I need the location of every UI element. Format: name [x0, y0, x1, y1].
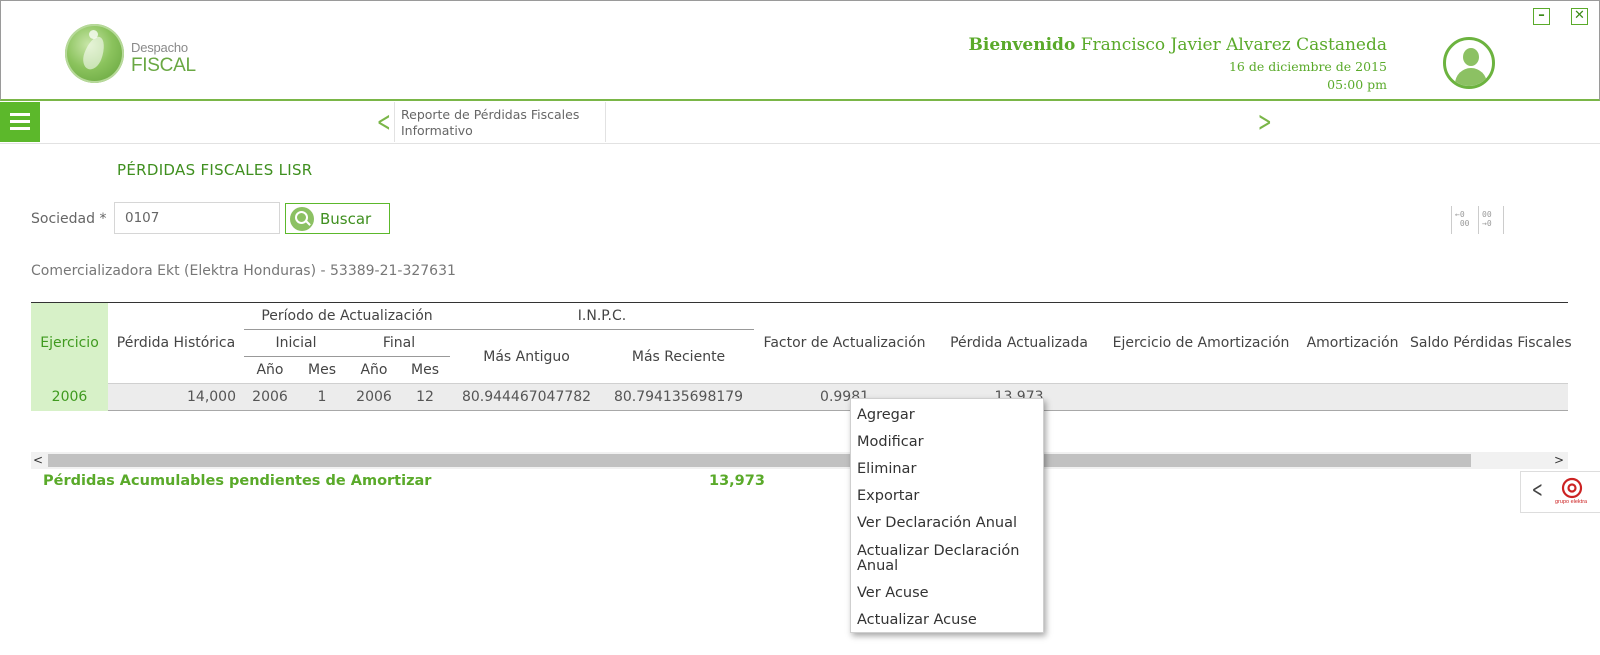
header-anio-inicial[interactable]: Año: [244, 357, 296, 384]
header-perdida-historica[interactable]: Pérdida Histórica: [108, 302, 244, 384]
search-icon: [290, 207, 314, 231]
header-factor-actualizacion[interactable]: Factor de Actualización: [754, 302, 936, 384]
nav-prev-arrow-icon[interactable]: <: [377, 108, 391, 136]
scroll-left-arrow-icon[interactable]: <: [33, 452, 43, 469]
current-time: 05:00 pm: [1327, 77, 1387, 92]
logo-text-line1: Despacho: [131, 40, 188, 55]
perdidas-table: Ejercicio Pérdida Histórica Período de A…: [31, 302, 1572, 411]
hamburger-menu-button[interactable]: [0, 102, 40, 142]
summary-value: 13,973: [709, 473, 765, 489]
grupo-elektra-side-tab[interactable]: < grupo elektra: [1520, 471, 1600, 513]
menu-item-actualizar-acuse[interactable]: Actualizar Acuse: [851, 607, 1043, 634]
cell-mas-reciente[interactable]: 80.794135698179: [603, 383, 755, 411]
menu-item-eliminar[interactable]: Eliminar: [851, 456, 1043, 483]
header-ejercicio[interactable]: Ejercicio: [31, 302, 108, 384]
header-inicial: Inicial: [244, 329, 348, 357]
brand-text: grupo elektra: [1555, 499, 1588, 505]
header-anio-final[interactable]: Año: [348, 357, 400, 384]
app-header: Despacho FISCAL Bienvenido Francisco Jav…: [0, 0, 1600, 101]
tab-reporte-perdidas-fiscales[interactable]: Reporte de Pérdidas Fiscales Informativo: [394, 102, 606, 142]
menu-item-actualizar-declaracion-anual[interactable]: Actualizar Declaración Anual: [851, 537, 1043, 580]
menu-item-ver-declaracion-anual[interactable]: Ver Declaración Anual: [851, 510, 1043, 537]
current-date: 16 de diciembre de 2015: [1228, 59, 1387, 74]
welcome-block: Bienvenido Francisco Javier Alvarez Cast…: [969, 35, 1387, 92]
table-row[interactable]: 2006 14,000 2006 1 2006 12 80.9444670477…: [31, 383, 1569, 411]
header-perdida-actualizada[interactable]: Pérdida Actualizada: [935, 302, 1104, 384]
cell-mes-inicial[interactable]: 1: [296, 383, 348, 411]
horizontal-scrollbar[interactable]: < >: [31, 452, 1568, 469]
cell-saldo[interactable]: [1406, 383, 1569, 411]
user-avatar-icon[interactable]: [1443, 37, 1495, 89]
grupo-elektra-logo-icon: [1561, 477, 1583, 499]
despacho-fiscal-logo[interactable]: Despacho FISCAL: [65, 24, 196, 84]
sociedad-label: Sociedad *: [31, 211, 107, 227]
summary-label: Pérdidas Acumulables pendientes de Amort…: [43, 473, 432, 489]
cell-amortizacion[interactable]: [1299, 383, 1407, 411]
chevron-left-icon: <: [1531, 478, 1543, 503]
header-periodo-actualizacion: Período de Actualización: [244, 302, 451, 330]
cell-anio-inicial[interactable]: 2006: [244, 383, 296, 411]
user-name: Francisco Javier Alvarez Castaneda: [1080, 35, 1387, 55]
header-mes-inicial[interactable]: Mes: [296, 357, 348, 384]
cell-ejercicio[interactable]: 2006: [31, 383, 108, 411]
tab-label-line2: Informativo: [401, 123, 473, 138]
logo-emblem: [65, 24, 124, 83]
header-mes-final[interactable]: Mes: [400, 357, 450, 384]
menu-item-exportar[interactable]: Exportar: [851, 483, 1043, 510]
cell-mes-final[interactable]: 12: [400, 383, 451, 411]
cell-anio-final[interactable]: 2006: [348, 383, 400, 411]
cell-ejercicio-amortizacion[interactable]: [1103, 383, 1300, 411]
sociedad-input[interactable]: [114, 202, 280, 234]
close-button[interactable]: ✕: [1571, 8, 1588, 25]
menu-item-modificar[interactable]: Modificar: [851, 429, 1043, 456]
logo-text-line2: FISCAL: [131, 55, 196, 76]
header-inpc: I.N.P.C.: [450, 302, 755, 330]
company-info: Comercializadora Ekt (Elektra Honduras) …: [31, 263, 456, 279]
header-amortizacion[interactable]: Amortización: [1299, 302, 1407, 384]
context-menu: Agregar Modificar Eliminar Exportar Ver …: [850, 398, 1044, 633]
nav-next-arrow-icon[interactable]: >: [1258, 108, 1272, 136]
header-final: Final: [348, 329, 451, 357]
menu-item-ver-acuse[interactable]: Ver Acuse: [851, 580, 1043, 607]
navigation-bar: < Reporte de Pérdidas Fiscales Informati…: [0, 102, 1600, 144]
header-mas-reciente[interactable]: Más Reciente: [603, 330, 754, 384]
collapse-columns-icon[interactable]: ←0 00: [1451, 206, 1477, 234]
buscar-label: Buscar: [320, 209, 372, 228]
scroll-right-arrow-icon[interactable]: >: [1554, 452, 1564, 469]
expand-columns-icon[interactable]: 00 →0: [1478, 206, 1504, 234]
header-saldo-perdidas[interactable]: Saldo Pérdidas Fiscales: [1406, 302, 1572, 384]
welcome-label: Bienvenido: [968, 35, 1076, 55]
scrollbar-thumb[interactable]: [48, 454, 1471, 467]
page-title: PÉRDIDAS FISCALES LISR: [117, 161, 313, 179]
tab-label-line1: Reporte de Pérdidas Fiscales: [401, 107, 580, 122]
cell-mas-antiguo[interactable]: 80.944467047782: [450, 383, 604, 411]
header-ejercicio-amortizacion[interactable]: Ejercicio de Amortización: [1103, 302, 1300, 384]
buscar-button[interactable]: Buscar: [285, 203, 390, 234]
header-mas-antiguo[interactable]: Más Antiguo: [450, 330, 603, 384]
cell-perdida-historica[interactable]: 14,000: [108, 383, 244, 411]
menu-item-agregar[interactable]: Agregar: [851, 402, 1043, 429]
minimize-button[interactable]: –: [1533, 8, 1550, 25]
